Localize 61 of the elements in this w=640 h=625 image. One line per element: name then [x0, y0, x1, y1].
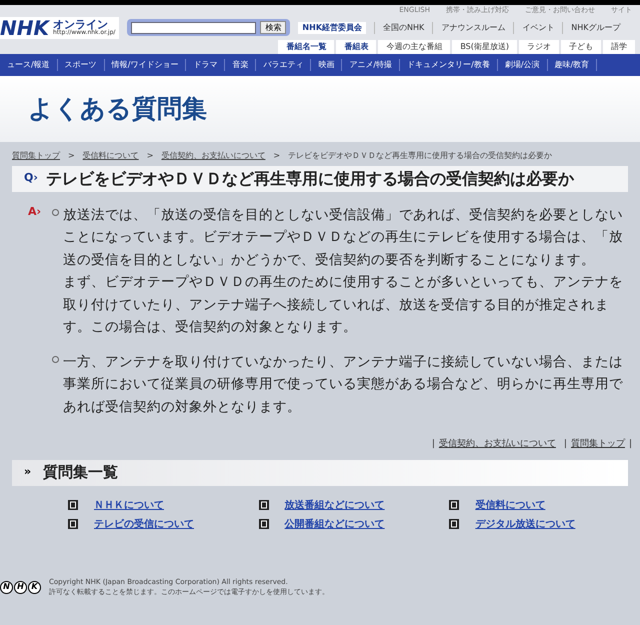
current-page-text: テレビをビデオやＤＶＤなど再生専用に使用する場合の受信契約は必要か	[288, 150, 552, 162]
breadcrumb-link[interactable]: 受信料について	[82, 150, 139, 162]
search-field[interactable]	[131, 22, 256, 34]
index-title: 質問集一覧	[43, 462, 118, 484]
document-icon	[449, 500, 460, 510]
genre-link[interactable]: 映画	[311, 58, 342, 70]
answer-paragraph: 一方、アンテナを取り付けていなかったり、アンテナ端子に接続していない場合、または事業所において従業員の研修専用で使っている実態がある場合など、明らかに再生専用であれば受信契約の対象外となります。	[63, 352, 624, 416]
genre-link[interactable]: バラエティ	[256, 58, 312, 70]
genre-link[interactable]: アニメ/特撮	[342, 58, 400, 70]
program-tab[interactable]: 子ども	[561, 40, 601, 54]
index-link[interactable]: デジタル放送について	[475, 516, 576, 532]
index-mark: »	[24, 464, 32, 480]
bullet-icon	[52, 356, 59, 362]
bullet-icon	[52, 208, 59, 216]
logo-letter: N	[0, 580, 13, 594]
genre-link[interactable]: 情報/ワイドショー	[104, 58, 186, 70]
link-separator: |	[628, 438, 632, 451]
search-button[interactable]: 検索	[260, 21, 286, 34]
question-mark: Q›	[24, 170, 38, 186]
related-link[interactable]: 受信契約、お支払いについて	[438, 438, 556, 452]
program-tab[interactable]: ラジオ	[519, 40, 559, 54]
document-icon	[258, 500, 269, 510]
link-separator: |	[564, 438, 567, 451]
related-link[interactable]: 質問集トップ	[570, 438, 625, 452]
index-link[interactable]: ＮＨＫについて	[94, 498, 164, 512]
index-link[interactable]: テレビの受信について	[94, 516, 194, 532]
genre-link[interactable]: 劇場/公演	[498, 58, 548, 70]
breadcrumb-separator: >	[68, 150, 75, 162]
answer-paragraph: まず、ビデオテープやＤＶＤの再生のために使用することが多いといっても、アンテナを取り付けていたり、アンテナ端子へ接続していれば、放送を受信する目的が推定されます。この場合は、受信契約の対象となります。	[63, 273, 624, 337]
top-link[interactable]: イベント	[513, 22, 562, 34]
committee-link[interactable]: NHK経営委員会	[298, 22, 366, 34]
top-link[interactable]: NHKグループ	[562, 22, 629, 34]
program-tab[interactable]: 今週の主な番組	[378, 40, 450, 54]
answer-mark: A›	[28, 204, 42, 220]
breadcrumb-link[interactable]: 質問集トップ	[12, 150, 60, 162]
index-link[interactable]: 放送番組などについて	[284, 498, 385, 512]
logo-letter: H	[14, 580, 27, 594]
logo-letter: K	[28, 580, 41, 594]
program-tab[interactable]: 番組名一覧	[278, 40, 334, 54]
genre-link[interactable]: ュース/報道	[0, 58, 58, 70]
question-text: テレビをビデオやＤＶＤなど再生専用に使用する場合の受信契約は必要か	[46, 168, 574, 190]
answer-paragraph: 放送法では、「放送の受信を目的としない受信設備」であれば、受信契約を必要としないことになっています。ビデオテープやＤＶＤなどの再生にテレビを使用する場合は、「放送の受信を目的としない」かどうかで、受信契約の要否を判断することになります。	[63, 206, 624, 270]
page-title: よくある質問集	[28, 92, 207, 125]
genre-link[interactable]: 音楽	[225, 58, 256, 70]
genre-link[interactable]: 趣味/教育	[548, 58, 598, 70]
breadcrumb-separator: >	[273, 150, 280, 162]
document-icon	[449, 519, 460, 529]
link-separator: |	[432, 438, 435, 451]
breadcrumb-separator: >	[146, 150, 154, 162]
program-tab[interactable]: 番組表	[336, 40, 376, 54]
document-icon	[258, 519, 269, 529]
genre-link[interactable]: ドラマ	[186, 58, 226, 70]
genre-link[interactable]: スポーツ	[58, 58, 105, 70]
genre-link[interactable]: ドキュメンタリー/教養	[400, 58, 498, 70]
breadcrumb-link[interactable]: 受信契約、お支払いについて	[161, 150, 266, 162]
index-link[interactable]: 公開番組などについて	[284, 516, 385, 532]
index-link[interactable]: 受信料について	[475, 498, 546, 512]
program-tab[interactable]: BS(衛星放送)	[452, 40, 517, 54]
program-tab[interactable]: 語学	[603, 40, 635, 54]
top-link[interactable]: アナウンスルーム	[432, 22, 514, 34]
top-link[interactable]: 全国のNHK	[374, 22, 432, 34]
